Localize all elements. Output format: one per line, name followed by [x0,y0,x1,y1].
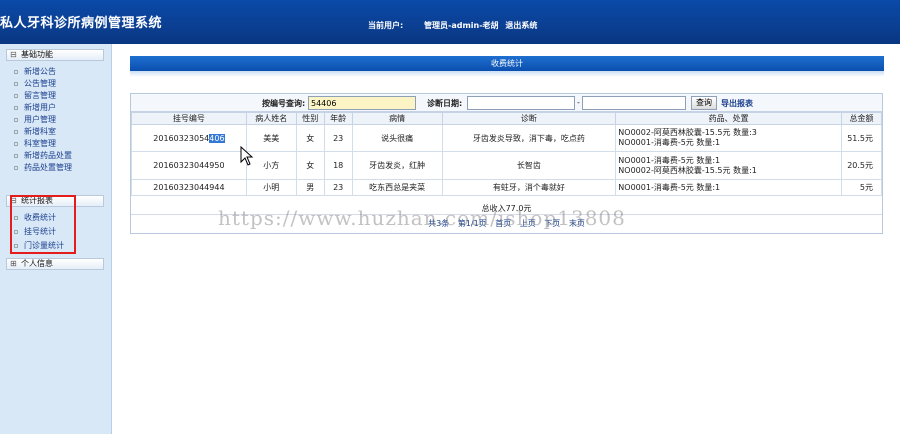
current-user-label: 当前用户: [368,21,404,30]
sidebar-group-basic[interactable]: ⊟ 基础功能 [6,49,104,61]
cell-condition: 牙齿发炎，红肿 [351,151,443,180]
date-to-input[interactable] [582,96,686,110]
bullet-icon [14,106,18,110]
cell-total: 5元 [840,179,883,196]
sidebar-item-new-drug[interactable]: 新增药品处置 [14,151,72,161]
col-condition: 病情 [351,112,443,125]
date-from-input[interactable] [467,96,575,110]
table-header-row: 挂号编号 病人姓名 性别 年龄 病情 诊断 药品、处置 总金额 [131,112,883,125]
cell-age: 18 [323,151,353,180]
bullet-icon [14,142,18,146]
sidebar-item-department-manage[interactable]: 科室管理 [14,139,56,149]
sidebar-item-new-notice[interactable]: 新增公告 [14,67,56,77]
app-header: 私人牙科诊所病例管理系统 当前用户: 管理员-admin-老胡 退出系统 [0,0,900,44]
diagnosis-date-label: 诊断日期: [427,99,463,108]
bullet-icon [14,82,18,86]
cell-medication: NO0002-阿莫西林胶囊-15.5元 数量:3 NO0001-消毒费-5元 数量… [615,124,842,152]
col-diagnosis: 诊断 [441,112,617,125]
pager-count: 共3条 [428,219,450,228]
table-row: 20160323044944 小明 男 23 吃东西总是夹菜 有蛀牙，消个毒就好… [131,179,883,196]
cell-diagnosis: 牙齿发炎导致，消下毒，吃点药 [441,124,617,152]
col-patient-name: 病人姓名 [245,112,297,125]
bullet-icon [14,154,18,158]
bullet-icon [14,118,18,122]
cell-diagnosis: 长智齿 [441,151,617,180]
expand-icon: ⊞ [10,259,17,268]
sidebar-group-personal[interactable]: ⊞ 个人信息 [6,258,104,270]
col-medication: 药品、处置 [615,112,842,125]
bullet-icon [14,94,18,98]
sidebar-item-message-manage[interactable]: 留言管理 [14,91,56,101]
cell-total: 51.5元 [840,124,883,152]
cell-age: 23 [323,179,353,196]
cell-patient-name: 小明 [245,179,297,196]
query-button[interactable]: 查询 [691,96,717,110]
cell-gender: 男 [295,179,325,196]
cell-reg-number: 20160323044950 [131,151,247,180]
cell-medication: NO0001-消毒费-5元 数量:1 NO0002-阿莫西林胶囊-15.5元 数量… [615,151,842,180]
cell-medication: NO0001-消毒费-5元 数量:1 [615,179,842,196]
cell-condition: 说头很痛 [351,124,443,152]
bullet-icon [14,130,18,134]
col-age: 年龄 [323,112,353,125]
reg-number-input[interactable] [308,96,416,110]
cell-gender: 女 [295,124,325,152]
col-total: 总金额 [840,112,883,125]
export-report-link[interactable]: 导出报表 [721,98,753,109]
logout-link[interactable]: 退出系统 [505,21,537,30]
sidebar-item-new-user[interactable]: 新增用户 [14,103,56,113]
cell-condition: 吃东西总是夹菜 [351,179,443,196]
cell-total: 20.5元 [840,151,883,180]
date-separator: - [577,98,580,107]
pager-first[interactable]: 首页 [495,219,511,228]
cell-reg-number: 20160323044944 [131,179,247,196]
pager-prev[interactable]: 上页 [520,219,536,228]
panel-title-shadow [130,71,884,77]
pager-next[interactable]: 下页 [544,219,560,228]
expand-icon: ⊟ [10,50,17,59]
cell-age: 23 [323,124,353,152]
panel-title: 收费统计 [130,56,884,71]
pager-last[interactable]: 末页 [569,219,585,228]
pager-page: 第1/1页 [457,219,487,228]
col-gender: 性别 [295,112,325,125]
pagination: 共3条 第1/1页 首页 上页 下页 末页 [131,218,882,229]
sidebar-item-notice-manage[interactable]: 公告管理 [14,79,56,89]
col-reg-number: 挂号编号 [131,112,247,125]
user-bar: 当前用户: 管理员-admin-老胡 退出系统 [368,20,541,31]
sidebar-item-new-department[interactable]: 新增科室 [14,127,56,137]
bullet-icon [14,166,18,170]
current-user-name: 管理员-admin-老胡 [424,21,499,30]
mouse-cursor-icon [240,146,254,166]
bullet-icon [14,70,18,74]
cell-gender: 女 [295,151,325,180]
total-income-summary: 总收入77.0元 [131,202,882,215]
highlight-annotation-box [10,195,76,254]
selected-text: 406 [209,133,225,143]
sidebar-item-user-manage[interactable]: 用户管理 [14,115,56,125]
sidebar-item-drug-manage[interactable]: 药品处置管理 [14,163,72,173]
cell-diagnosis: 有蛀牙，消个毒就好 [441,179,617,196]
cell-reg-number: 20160323054406 [131,124,247,152]
reg-number-label: 按编号查询: [262,99,306,108]
search-row: 按编号查询: 诊断日期: - 查询 导出报表 [131,94,882,112]
app-title: 私人牙科诊所病例管理系统 [0,16,163,31]
